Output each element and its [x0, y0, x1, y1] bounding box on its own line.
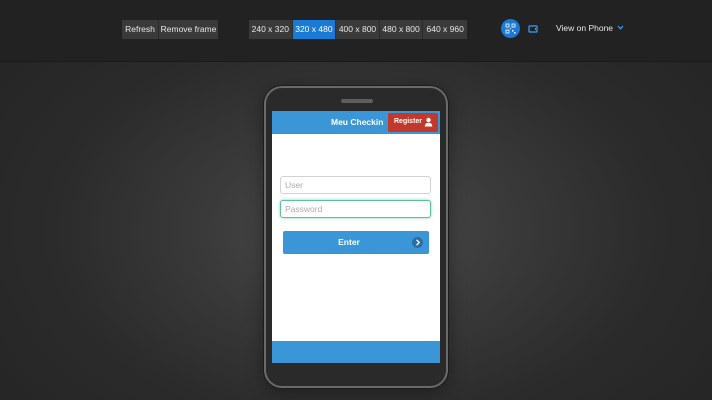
emulator-toolbar: Refresh Remove frame 240 x 320 320 x 480… [0, 0, 712, 62]
app-title: Meu Checkin [331, 117, 384, 127]
size-400x800-button[interactable]: 400 x 800 [336, 20, 380, 39]
size-240x320-button[interactable]: 240 x 320 [249, 20, 293, 39]
size-480x800-button[interactable]: 480 x 800 [379, 20, 424, 39]
arrow-right-icon [412, 237, 423, 248]
phone-frame: Meu Checkin Register Enter [264, 86, 448, 388]
app-header: Meu Checkin Register [272, 111, 440, 134]
user-input[interactable] [280, 176, 431, 194]
user-icon [424, 117, 433, 127]
enter-label: Enter [338, 237, 360, 247]
app-footer [272, 341, 440, 363]
remove-frame-button[interactable]: Remove frame [159, 20, 218, 39]
register-button[interactable]: Register [388, 113, 438, 132]
size-320x480-button[interactable]: 320 x 480 [292, 20, 337, 39]
phone-speaker [341, 99, 373, 103]
phone-screen: Meu Checkin Register Enter [272, 111, 440, 363]
rotate-orientation-icon[interactable] [528, 25, 538, 33]
password-input[interactable] [280, 200, 431, 218]
screen-size-selector: 240 x 320 320 x 480 400 x 800 480 x 800 … [249, 20, 467, 39]
refresh-button[interactable]: Refresh [122, 20, 159, 39]
enter-button[interactable]: Enter [283, 231, 429, 254]
size-640x960-button[interactable]: 640 x 960 [423, 20, 467, 39]
view-on-phone-button[interactable]: View on Phone [556, 23, 613, 33]
register-label: Register [394, 118, 423, 125]
frame-controls: Refresh Remove frame [122, 20, 218, 39]
chevron-down-icon[interactable] [617, 25, 624, 30]
qr-code-button[interactable] [501, 19, 520, 38]
qr-code-icon [505, 23, 516, 34]
